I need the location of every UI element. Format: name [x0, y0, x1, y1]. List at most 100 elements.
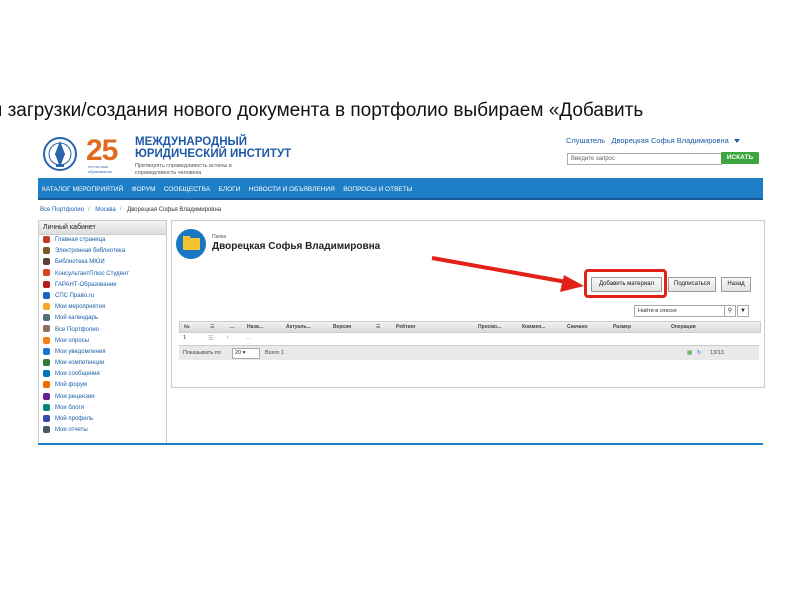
competence-icon [43, 358, 50, 366]
col-rating[interactable]: Рейтинг [396, 322, 416, 332]
col-actual[interactable]: Актуаль... [286, 322, 311, 332]
folder-icon [176, 229, 206, 259]
forum-icon [43, 381, 50, 389]
col-comments[interactable]: Коммен... [522, 322, 545, 332]
sidebar-item[interactable]: Мои блоги [39, 403, 166, 414]
user-name: Дворецкая Софья Владимировна [611, 136, 729, 145]
filter-icon[interactable]: ▼ [737, 305, 749, 317]
breadcrumb-moscow[interactable]: Москва [95, 207, 115, 213]
sidebar-item[interactable]: Мои мероприятия [39, 302, 166, 313]
sidebar-item[interactable]: Мои отчеты [39, 425, 166, 436]
col-menu-icon[interactable]: ☰ [210, 322, 214, 332]
breadcrumb-all-portfolio[interactable]: Все Портфолио [40, 207, 84, 213]
back-button[interactable]: Назад [721, 277, 751, 292]
garant-icon [43, 280, 50, 288]
sidebar-item-label: Электронная библиотека [55, 248, 126, 255]
search-icon[interactable]: ⚲ [724, 305, 736, 317]
col-operations[interactable]: Операции [671, 322, 696, 332]
user-role: Слушатель [566, 136, 606, 145]
institute-logo[interactable]: 25 лет во имя образования МЕЖДУНАРОДНЫЙ … [42, 132, 291, 180]
breadcrumb-current: Дворецкая Софья Владимировна [127, 207, 222, 213]
sidebar-item[interactable]: Мой форум [39, 380, 166, 391]
logo-25: 25 [86, 134, 118, 167]
sidebar-item-label: Мои опросы [55, 337, 89, 344]
sidebar-item-label: Мои компетенции [55, 360, 105, 367]
sidebar-item[interactable]: Мои рецензии [39, 392, 166, 403]
col-size[interactable]: Размер [613, 322, 631, 332]
sidebar-item[interactable]: Мои компетенции [39, 358, 166, 369]
nav-events[interactable]: КАТАЛОГ МЕРОПРИЯТИЙ [42, 180, 123, 200]
sidebar-item-label: Мой профиль [55, 416, 94, 422]
sidebar-item-label: Мои отчеты [55, 427, 88, 434]
nav-communities[interactable]: СООБЩЕСТВА [164, 180, 210, 200]
sidebar-item-label: Мои мероприятия [55, 304, 106, 311]
sidebar-item-label: Все Портфолио [55, 326, 99, 333]
sidebar-item[interactable]: Мои уведомления [39, 347, 166, 358]
sidebar-item[interactable]: Мой календарь [39, 313, 166, 324]
col-name[interactable]: Назв... [247, 322, 263, 332]
profile-icon [43, 414, 50, 422]
search-input[interactable]: Введите запрос [567, 153, 722, 165]
col-num[interactable]: № [184, 322, 190, 332]
sidebar-item-label: Главная страница [55, 237, 106, 243]
sidebar-item[interactable]: ГАРАНТ-Образование [39, 280, 166, 291]
nav-blogs[interactable]: БЛОГИ [219, 180, 241, 200]
sidebar-item-label: ГАРАНТ-Образование [55, 281, 117, 288]
sidebar-item[interactable]: КонсультантПлюс Студент [39, 269, 166, 280]
calendar-icon [43, 314, 50, 322]
nav-forum[interactable]: ФОРУМ [132, 180, 156, 200]
portfolio-panel: Папка Дворецкая Софья Владимировна Добав… [171, 220, 765, 388]
col-sort[interactable]: ☰ [376, 322, 380, 332]
per-page-value: 20 [235, 350, 242, 356]
up-arrow-icon[interactable]: ↑ [226, 335, 229, 341]
poll-icon [43, 336, 50, 344]
find-in-list-input[interactable]: Найти в списке [634, 305, 725, 317]
sidebar-title: Личный кабинет [39, 221, 166, 235]
events-icon [43, 303, 50, 311]
sidebar-item[interactable]: Все Портфолио [39, 325, 166, 336]
user-menu[interactable]: Слушатель Дворецкая Софья Владимировна [566, 136, 740, 145]
sidebar-item[interactable]: Мои опросы [39, 336, 166, 347]
col-views[interactable]: Просмо... [478, 322, 501, 332]
row-menu-icon[interactable]: ☰ [208, 335, 213, 342]
sidebar-item[interactable]: Мой профиль [39, 414, 166, 425]
sidebar-item[interactable]: Мои сообщения [39, 369, 166, 380]
sidebar-item-label: СПС Право.ru [55, 292, 95, 299]
refresh-icon[interactable]: ↻ [697, 346, 702, 360]
blog-icon [43, 403, 50, 411]
table-header: № ☰ ... Назв... Актуаль... Версия ☰ Рейт… [179, 321, 761, 333]
sidebar-list: Главная страница Электронная библиотека Би… [39, 235, 166, 436]
report-icon [43, 426, 50, 434]
chevron-down-icon [733, 139, 740, 144]
col-downloads[interactable]: Скачано [567, 322, 588, 332]
nav-news[interactable]: НОВОСТИ И ОБЪЯВЛЕНИЯ [249, 180, 335, 200]
main-nav: КАТАЛОГ МЕРОПРИЯТИЙ ФОРУМ СООБЩЕСТВА БЛО… [38, 178, 763, 200]
logo-years-text: лет во имя образования [88, 164, 112, 174]
subscribe-button[interactable]: Подписаться [668, 277, 716, 292]
sidebar-item-label: КонсультантПлюс Студент [55, 270, 130, 277]
sidebar-item[interactable]: Главная страница [39, 235, 166, 246]
nav-qa[interactable]: ВОПРОСЫ И ОТВЕТЫ [343, 180, 412, 200]
portfolio-icon [43, 325, 50, 333]
sidebar-item-label: Мой календарь [55, 315, 98, 322]
sidebar-item[interactable]: Электронная библиотека [39, 246, 166, 257]
messages-icon [43, 370, 50, 378]
book-icon [43, 247, 50, 255]
pager-total: Всего 1 [265, 350, 285, 356]
sidebar: Личный кабинет Главная страница Электронн… [38, 220, 167, 444]
pravo-icon [43, 291, 50, 299]
sidebar-item-label: Мой форум [55, 382, 88, 389]
search-button[interactable]: ИСКАТЬ [721, 152, 759, 164]
col-dots[interactable]: ... [230, 322, 234, 332]
sidebar-item[interactable]: Библиотека МЮИ [39, 257, 166, 268]
institute-slogan: Претворять справедливость истины в справ… [135, 163, 232, 176]
portfolio-screenshot: 25 лет во имя образования МЕЖДУНАРОДНЫЙ … [38, 126, 765, 448]
row-number: 1 [183, 335, 187, 341]
sidebar-item[interactable]: СПС Право.ru [39, 291, 166, 302]
row-name-link[interactable]: .. [247, 335, 250, 341]
per-page-select[interactable]: 20 ▾ [232, 348, 260, 359]
col-version[interactable]: Версия [333, 322, 351, 332]
slide-caption: я загрузки/создания нового документа в п… [0, 100, 644, 121]
sidebar-item-label: Мои сообщения [55, 371, 100, 378]
excel-icon[interactable]: ▦ [687, 346, 692, 360]
